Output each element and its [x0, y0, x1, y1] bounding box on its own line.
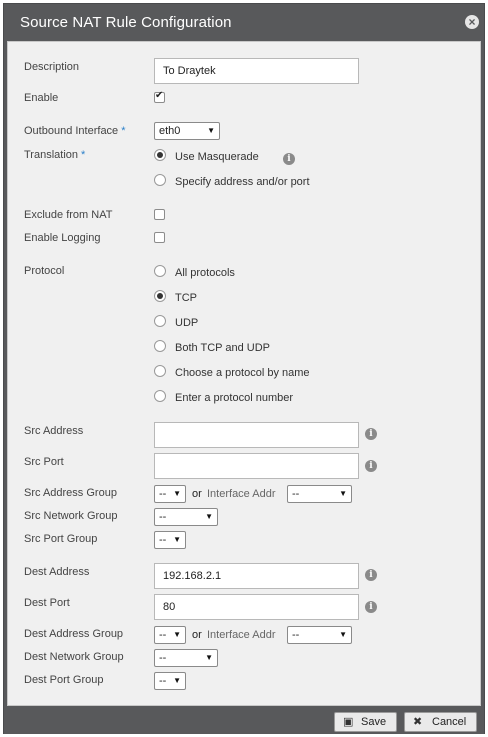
outbound-interface-label: Outbound Interface * — [24, 125, 126, 137]
chevron-down-icon: ▼ — [207, 126, 215, 135]
enable-label: Enable — [24, 92, 59, 104]
chevron-down-icon: ▼ — [205, 512, 213, 521]
protocol-radio-by-number[interactable] — [154, 390, 166, 402]
dest-port-input[interactable]: 80 — [154, 594, 359, 620]
interface-addr-label: Interface Addr — [207, 488, 276, 500]
src-port-input[interactable] — [154, 453, 359, 479]
chevron-down-icon: ▼ — [339, 630, 347, 639]
cancel-button[interactable]: ✖ Cancel — [404, 712, 477, 732]
dest-interface-addr-select[interactable]: -- ▼ — [287, 626, 352, 644]
save-icon: ▣ — [343, 716, 354, 728]
dest-address-group-label: Dest Address Group — [24, 628, 124, 640]
exclude-from-nat-checkbox[interactable] — [154, 209, 165, 220]
translation-radio-specify[interactable] — [154, 174, 166, 186]
dest-network-group-select[interactable]: -- ▼ — [154, 649, 218, 667]
src-port-group-label: Src Port Group — [24, 533, 98, 545]
chevron-down-icon: ▼ — [339, 489, 347, 498]
translation-label: Translation * — [24, 149, 86, 161]
protocol-radio-udp[interactable] — [154, 315, 166, 327]
dest-address-input[interactable]: 192.168.2.1 — [154, 563, 359, 589]
src-address-label: Src Address — [24, 425, 84, 437]
protocol-radio-all[interactable] — [154, 265, 166, 277]
dialog-body: Description To Draytek Enable Outbound I… — [7, 41, 481, 706]
protocol-option-label: Both TCP and UDP — [175, 342, 270, 354]
dest-port-group-label: Dest Port Group — [24, 674, 104, 686]
protocol-label: Protocol — [24, 265, 65, 277]
src-network-group-label: Src Network Group — [24, 510, 118, 522]
src-address-group-select[interactable]: -- ▼ — [154, 485, 186, 503]
chevron-down-icon: ▼ — [173, 489, 181, 498]
info-icon[interactable]: i — [365, 569, 377, 581]
protocol-option-label: UDP — [175, 317, 199, 329]
interface-addr-label: Interface Addr — [207, 629, 276, 641]
src-address-group-label: Src Address Group — [24, 487, 117, 499]
chevron-down-icon: ▼ — [173, 676, 181, 685]
enable-logging-checkbox[interactable] — [154, 232, 165, 243]
dialog-footer: ▣ Save ✖ Cancel — [4, 706, 484, 734]
save-button[interactable]: ▣ Save — [334, 712, 397, 732]
protocol-radio-by-name[interactable] — [154, 365, 166, 377]
protocol-radio-tcp-udp[interactable] — [154, 340, 166, 352]
protocol-option-label: Enter a protocol number — [175, 392, 294, 404]
info-icon[interactable]: i — [365, 460, 377, 472]
dialog-titlebar[interactable]: Source NAT Rule Configuration × — [4, 4, 484, 41]
dest-address-group-select[interactable]: -- ▼ — [154, 626, 186, 644]
info-icon[interactable]: i — [283, 153, 295, 165]
protocol-option-label: TCP — [175, 292, 197, 304]
translation-option-label: Use Masquerade — [175, 151, 259, 163]
enable-logging-label: Enable Logging — [24, 232, 101, 244]
source-nat-dialog: Source NAT Rule Configuration × Descript… — [3, 3, 485, 734]
translation-radio-masquerade[interactable] — [154, 149, 166, 161]
dialog-title: Source NAT Rule Configuration — [20, 14, 232, 31]
cancel-icon: ✖ — [413, 716, 423, 728]
translation-option-label: Specify address and/or port — [175, 176, 310, 188]
chevron-down-icon: ▼ — [173, 535, 181, 544]
protocol-option-label: All protocols — [175, 267, 235, 279]
src-address-input[interactable] — [154, 422, 359, 448]
info-icon[interactable]: i — [365, 428, 377, 440]
dest-port-group-select[interactable]: -- ▼ — [154, 672, 186, 690]
protocol-option-label: Choose a protocol by name — [175, 367, 310, 379]
exclude-from-nat-label: Exclude from NAT — [24, 209, 113, 221]
chevron-down-icon: ▼ — [205, 653, 213, 662]
dest-address-label: Dest Address — [24, 566, 90, 578]
dest-port-label: Dest Port — [24, 597, 70, 609]
description-label: Description — [24, 61, 80, 73]
chevron-down-icon: ▼ — [173, 630, 181, 639]
src-network-group-select[interactable]: -- ▼ — [154, 508, 218, 526]
dest-network-group-label: Dest Network Group — [24, 651, 124, 663]
protocol-radio-tcp[interactable] — [154, 290, 166, 302]
close-icon[interactable]: × — [465, 15, 479, 29]
src-port-label: Src Port — [24, 456, 64, 468]
or-text: or — [192, 629, 202, 641]
src-interface-addr-select[interactable]: -- ▼ — [287, 485, 352, 503]
outbound-interface-select[interactable]: eth0 ▼ — [154, 122, 220, 140]
info-icon[interactable]: i — [365, 601, 377, 613]
or-text: or — [192, 488, 202, 500]
enable-checkbox[interactable] — [154, 90, 165, 103]
description-input[interactable]: To Draytek — [154, 58, 359, 84]
src-port-group-select[interactable]: -- ▼ — [154, 531, 186, 549]
